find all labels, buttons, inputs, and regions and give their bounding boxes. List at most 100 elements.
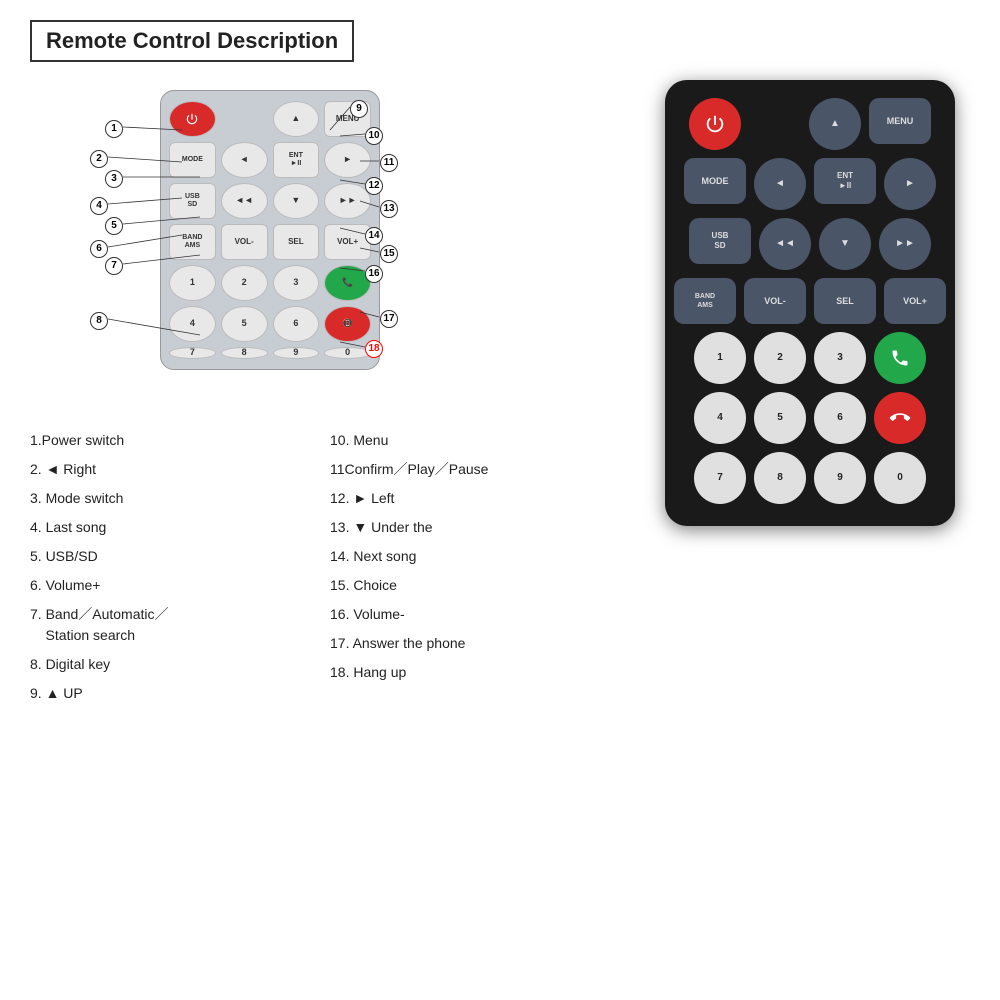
diag-btn-down[interactable]: ▼ <box>273 183 320 219</box>
diag-btn-power[interactable] <box>169 101 216 137</box>
callout-16: 16 <box>365 263 383 283</box>
diag-btn-prev[interactable]: ◄◄ <box>221 183 268 219</box>
remote-row-4: BANDAMS VOL- SEL VOL+ <box>681 278 939 324</box>
pr-btn-7[interactable]: 7 <box>694 452 746 504</box>
physical-remote-section: ▲ MENU MODE ◄ ENT►II ► USBSD ◄◄ ▼ ►► <box>650 80 970 980</box>
physical-remote: ▲ MENU MODE ◄ ENT►II ► USBSD ◄◄ ▼ ►► <box>665 80 955 526</box>
callout-4: 4 <box>90 195 108 215</box>
diag-empty-1 <box>221 101 268 137</box>
desc-item-4: 4. Last song <box>30 517 330 538</box>
desc-item-14: 14. Next song <box>330 546 630 567</box>
diag-btn-sel[interactable]: SEL <box>273 224 320 260</box>
pr-btn-up[interactable]: ▲ <box>809 98 861 150</box>
desc-item-2: 2. ◄ Right <box>30 459 330 480</box>
diagram-remote-body: ▲ MENU MODE ◄ ENT►II ► USBSD ◄◄ ▼ ►► BAN… <box>160 90 380 370</box>
pr-btn-2[interactable]: 2 <box>754 332 806 384</box>
pr-btn-5[interactable]: 5 <box>754 392 806 444</box>
callout-17: 17 <box>380 308 398 328</box>
desc-item-17: 17. Answer the phone <box>330 633 630 654</box>
callout-3: 3 <box>105 168 123 188</box>
pr-btn-3[interactable]: 3 <box>814 332 866 384</box>
desc-item-7: 7. Band／Automatic／ Station search <box>30 604 230 646</box>
desc-item-10: 10. Menu <box>330 430 630 451</box>
callout-9: 9 <box>350 98 368 118</box>
page-title: Remote Control Description <box>46 28 338 54</box>
pr-btn-6[interactable]: 6 <box>814 392 866 444</box>
desc-item-16: 16. Volume- <box>330 604 630 625</box>
desc-item-6: 6. Volume+ <box>30 575 330 596</box>
pr-btn-volplus[interactable]: VOL+ <box>884 278 946 324</box>
pr-btn-down[interactable]: ▼ <box>819 218 871 270</box>
diag-btn-1[interactable]: 1 <box>169 265 216 301</box>
desc-item-5: 5. USB/SD <box>30 546 330 567</box>
diag-btn-9[interactable]: 9 <box>273 347 320 359</box>
diag-btn-left-arrow[interactable]: ◄ <box>221 142 268 178</box>
diag-btn-3[interactable]: 3 <box>273 265 320 301</box>
remote-row-7: 7 8 9 0 <box>681 452 939 504</box>
desc-item-18: 18. Hang up <box>330 662 630 683</box>
pr-btn-1[interactable]: 1 <box>694 332 746 384</box>
diag-btn-2[interactable]: 2 <box>221 265 268 301</box>
diag-btn-answer[interactable]: 📞 <box>324 265 371 301</box>
remote-row-6: 4 5 6 <box>681 392 939 444</box>
descriptions: 1.Power switch 2. ◄ Right 3. Mode switch… <box>30 430 630 704</box>
callout-14: 14 <box>365 225 383 245</box>
callout-15: 15 <box>380 243 398 263</box>
desc-item-1: 1.Power switch <box>30 430 330 451</box>
pr-btn-mode[interactable]: MODE <box>684 158 746 204</box>
callout-2: 2 <box>90 148 108 168</box>
desc-item-12: 12. ► Left <box>330 488 630 509</box>
remote-row-2: MODE ◄ ENT►II ► <box>681 158 939 210</box>
desc-col-left: 1.Power switch 2. ◄ Right 3. Mode switch… <box>30 430 330 704</box>
diag-btn-right-arrow[interactable]: ► <box>324 142 371 178</box>
callout-10: 10 <box>365 125 383 145</box>
diag-btn-volplus: VOL+ <box>324 224 371 260</box>
diag-btn-4[interactable]: 4 <box>169 306 216 342</box>
diag-btn-mode[interactable]: MODE <box>169 142 216 178</box>
diag-btn-volminus[interactable]: VOL- <box>221 224 268 260</box>
callout-18: 18 <box>365 338 383 358</box>
pr-btn-volminus[interactable]: VOL- <box>744 278 806 324</box>
callout-5: 5 <box>105 215 123 235</box>
pr-btn-menu[interactable]: MENU <box>869 98 931 144</box>
desc-item-8: 8. Digital key <box>30 654 330 675</box>
pr-btn-sel[interactable]: SEL <box>814 278 876 324</box>
pr-btn-usbsd[interactable]: USBSD <box>689 218 751 264</box>
pr-btn-left[interactable]: ◄ <box>754 158 806 210</box>
diag-btn-5[interactable]: 5 <box>221 306 268 342</box>
diag-btn-7[interactable]: 7 <box>169 347 216 359</box>
pr-btn-9[interactable]: 9 <box>814 452 866 504</box>
pr-btn-hangup[interactable] <box>874 392 926 444</box>
pr-btn-right[interactable]: ► <box>884 158 936 210</box>
diag-btn-ent[interactable]: ENT►II <box>273 142 320 178</box>
remote-row-5: 1 2 3 <box>681 332 939 384</box>
remote-diagram: ▲ MENU MODE ◄ ENT►II ► USBSD ◄◄ ▼ ►► BAN… <box>30 80 490 400</box>
pr-btn-answer[interactable] <box>874 332 926 384</box>
callout-8: 8 <box>90 310 108 330</box>
desc-item-13: 13. ▼ Under the <box>330 517 630 538</box>
diag-btn-band[interactable]: BANDAMS <box>169 224 216 260</box>
desc-col-right: 10. Menu 11Confirm／Play／Pause 12. ► Left… <box>330 430 630 704</box>
diag-btn-6[interactable]: 6 <box>273 306 320 342</box>
remote-row-3: USBSD ◄◄ ▼ ►► <box>681 218 939 270</box>
diag-btn-hangup[interactable]: 📵 <box>324 306 371 342</box>
desc-item-11: 11Confirm／Play／Pause <box>330 459 630 480</box>
diag-btn-8[interactable]: 8 <box>221 347 268 359</box>
callout-7: 7 <box>105 255 123 275</box>
diag-btn-0[interactable]: 0 <box>324 347 371 359</box>
desc-item-15: 15. Choice <box>330 575 630 596</box>
pr-btn-4[interactable]: 4 <box>694 392 746 444</box>
pr-btn-power[interactable] <box>689 98 741 150</box>
pr-btn-ent[interactable]: ENT►II <box>814 158 876 204</box>
pr-btn-prev[interactable]: ◄◄ <box>759 218 811 270</box>
pr-btn-0[interactable]: 0 <box>874 452 926 504</box>
desc-item-9: 9. ▲ UP <box>30 683 330 704</box>
pr-btn-8[interactable]: 8 <box>754 452 806 504</box>
diag-btn-up[interactable]: ▲ <box>273 101 320 137</box>
callout-12: 12 <box>365 175 383 195</box>
diag-btn-next[interactable]: ►► <box>324 183 371 219</box>
diag-btn-usbsd[interactable]: USBSD <box>169 183 216 219</box>
desc-item-3: 3. Mode switch <box>30 488 330 509</box>
pr-btn-next-song[interactable]: ►► <box>879 218 931 270</box>
pr-btn-band[interactable]: BANDAMS <box>674 278 736 324</box>
